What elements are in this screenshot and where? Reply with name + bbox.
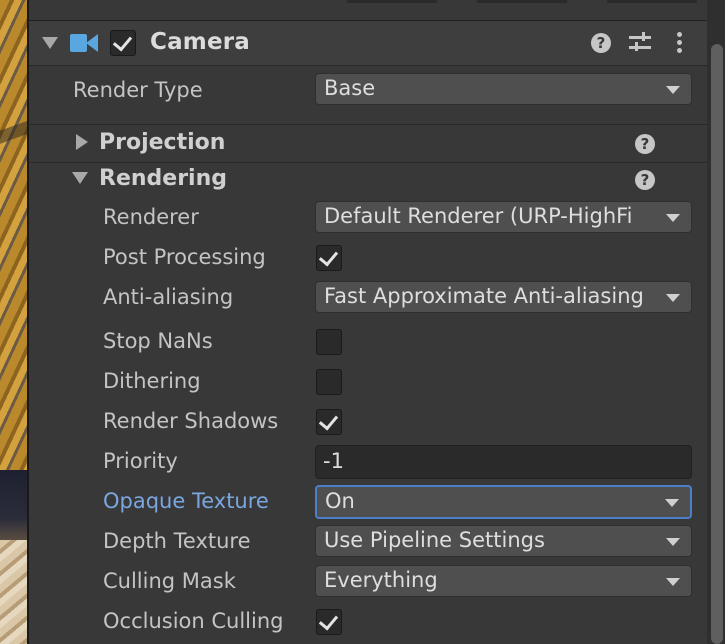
checkmark-icon xyxy=(318,410,339,431)
section-separator xyxy=(29,124,707,125)
opaque-texture-dropdown[interactable]: On xyxy=(315,485,692,519)
culling-mask-dropdown[interactable]: Everything xyxy=(315,565,692,597)
renderer-dropdown[interactable]: Default Renderer (URP-HighFi xyxy=(315,201,692,233)
priority-label: Priority xyxy=(103,449,178,473)
render-shadows-checkbox[interactable] xyxy=(316,409,342,435)
projection-foldout-icon[interactable] xyxy=(76,134,88,150)
opaque-texture-value: On xyxy=(325,489,355,513)
scene-view-edge xyxy=(0,0,27,644)
section-separator xyxy=(29,162,707,163)
projection-section-label[interactable]: Projection xyxy=(99,130,225,155)
render-type-label: Render Type xyxy=(73,78,203,102)
chevron-down-icon xyxy=(666,294,680,302)
component-title: Camera xyxy=(150,29,251,55)
anti-aliasing-label: Anti-aliasing xyxy=(103,285,234,309)
anti-aliasing-value: Fast Approximate Anti-aliasing xyxy=(324,284,644,308)
render-type-dropdown[interactable]: Base xyxy=(315,73,692,105)
chevron-down-icon xyxy=(666,86,680,94)
kebab-menu-icon[interactable] xyxy=(677,32,683,54)
render-type-value: Base xyxy=(324,76,376,100)
chevron-down-icon xyxy=(665,499,679,507)
checkmark-icon xyxy=(318,246,339,267)
renderer-value: Default Renderer (URP-HighFi xyxy=(324,204,633,228)
culling-mask-label: Culling Mask xyxy=(103,569,236,593)
occlusion-culling-label: Occlusion Culling xyxy=(103,609,284,633)
depth-texture-dropdown[interactable]: Use Pipeline Settings xyxy=(315,525,692,557)
priority-input[interactable]: -1 xyxy=(315,445,692,479)
occlusion-culling-checkbox[interactable] xyxy=(316,609,342,635)
rendering-help-icon[interactable]: ? xyxy=(635,170,655,190)
depth-texture-value: Use Pipeline Settings xyxy=(324,528,545,552)
depth-texture-label: Depth Texture xyxy=(103,529,251,553)
render-shadows-label: Render Shadows xyxy=(103,409,279,433)
previous-component-footer xyxy=(29,0,707,20)
stop-nans-label: Stop NaNs xyxy=(103,329,213,353)
post-processing-label: Post Processing xyxy=(103,245,266,269)
scene-ground xyxy=(0,540,27,644)
inspector-panel: Camera ? Render Type Base Projection ? R… xyxy=(29,0,707,644)
scrollbar-thumb[interactable] xyxy=(711,44,723,644)
priority-value: -1 xyxy=(323,449,344,473)
stop-nans-checkbox[interactable] xyxy=(316,329,342,355)
chevron-down-icon xyxy=(666,578,680,586)
scene-shadow xyxy=(0,470,27,550)
camera-icon xyxy=(70,33,98,53)
foldout-arrow-icon[interactable] xyxy=(42,37,58,49)
anti-aliasing-dropdown[interactable]: Fast Approximate Anti-aliasing xyxy=(315,281,692,313)
component-enabled-checkbox[interactable] xyxy=(110,30,136,56)
dithering-label: Dithering xyxy=(103,369,201,393)
preset-sliders-icon[interactable] xyxy=(629,32,651,54)
checkmark-icon xyxy=(112,31,133,52)
rendering-foldout-icon[interactable] xyxy=(72,172,88,184)
renderer-label: Renderer xyxy=(103,205,199,229)
checkmark-icon xyxy=(318,610,339,631)
help-icon[interactable]: ? xyxy=(591,33,611,53)
chevron-down-icon xyxy=(666,538,680,546)
dithering-checkbox[interactable] xyxy=(316,369,342,395)
camera-component-header[interactable]: Camera ? xyxy=(29,20,707,66)
opaque-texture-label: Opaque Texture xyxy=(103,489,269,513)
projection-help-icon[interactable]: ? xyxy=(635,134,655,154)
rendering-section-label[interactable]: Rendering xyxy=(99,166,227,191)
culling-mask-value: Everything xyxy=(324,568,438,592)
post-processing-checkbox[interactable] xyxy=(316,245,342,271)
chevron-down-icon xyxy=(666,214,680,222)
